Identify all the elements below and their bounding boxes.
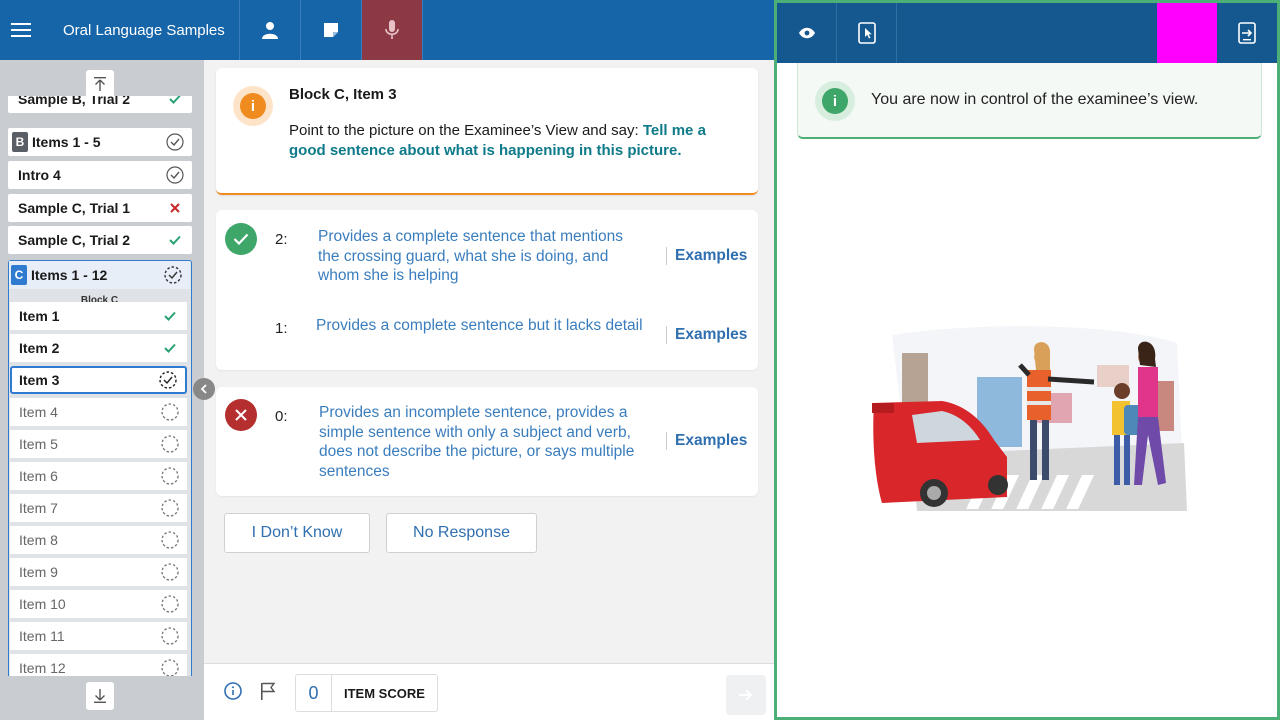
pending-circle-icon [153,531,187,549]
pending-circle-icon [153,499,187,517]
info-circle-icon [224,682,242,700]
examinee-info-button[interactable] [240,0,301,60]
x-circle-icon[interactable] [225,399,257,431]
eye-icon [798,27,815,39]
block-item-label: Item 2 [19,340,60,356]
score-0-description[interactable]: Provides an incomplete sentence, provide… [319,403,654,481]
pending-circle-icon [153,435,187,453]
block-item-label: Item 4 [19,404,58,420]
block-item-label: Item 7 [19,500,58,516]
preview-button[interactable] [777,3,837,63]
control-examinee-button[interactable] [837,3,897,63]
block-item-row[interactable]: Item 7 [10,494,187,522]
block-item-label: Item 1 [19,308,60,324]
block-item-label: Item 12 [19,660,66,676]
check-icon [153,311,187,321]
block-item-row[interactable]: Item 10 [10,590,187,618]
instruction-text: Point to the picture on the Examinee’s V… [289,122,643,139]
menu-button[interactable] [0,0,42,60]
highlight-marker [1157,3,1217,63]
pending-circle-icon [153,659,187,676]
block-item-row[interactable]: Item 3 [10,366,187,394]
note-icon [324,23,338,37]
block-item-label: Item 6 [19,468,58,484]
block-item-row[interactable]: Item 1 [10,302,187,330]
block-item-row[interactable]: Item 12 [10,654,187,676]
item-title: Block C, Item 3 [289,86,397,103]
tablet-pointer-icon [857,22,876,44]
flag-icon [261,682,276,700]
block-item-label: Item 9 [19,564,58,580]
item-score-value: 0 [296,675,332,711]
block-item-row[interactable]: Item 2 [10,334,187,362]
prompt-card: i Block C, Item 3 Point to the picture o… [216,68,758,195]
block-item-row[interactable]: Item 4 [10,398,187,426]
next-item-button[interactable] [726,675,766,715]
scroll-to-bottom-button[interactable] [86,682,114,710]
dont-know-button[interactable]: I Don’t Know [224,513,370,553]
microphone-icon [385,20,399,39]
item-footer: 0 ITEM SCORE [204,663,774,720]
block-item-row[interactable]: Item 5 [10,430,187,458]
in-progress-icon [151,371,185,389]
pending-circle-icon [153,563,187,581]
block-item-row[interactable]: Item 6 [10,462,187,490]
no-response-button[interactable]: No Response [386,513,537,553]
block-item-row[interactable]: Item 8 [10,526,187,554]
score-options-card: 2: Provides a complete sentence that men… [216,210,758,370]
score-0-examples-link[interactable]: Examples [666,432,747,450]
block-item-label: Item 5 [19,436,58,452]
check-icon [153,343,187,353]
stimulus-picture [872,326,1187,511]
chevron-left-icon [200,384,207,394]
pending-circle-icon [153,403,187,421]
block-item-label: Item 3 [19,372,60,388]
score-1-examples-link[interactable]: Examples [666,326,747,344]
pending-circle-icon [153,595,187,613]
top-bar: Oral Language Samples [0,0,776,60]
block-item-row[interactable]: Item 11 [10,622,187,650]
collapse-sidebar-button[interactable] [193,378,215,400]
info-icon: i [233,86,273,126]
block-item-label: Item 11 [19,628,65,644]
pending-circle-icon [153,627,187,645]
control-notice: i You are now in control of the examinee… [797,63,1262,139]
score-2-label: 2: [275,231,288,248]
exit-screen-icon [1238,22,1256,44]
item-panel: i Block C, Item 3 Point to the picture o… [204,60,774,720]
menu-icon [11,23,31,37]
item-score-box: 0 ITEM SCORE [295,674,438,712]
block-item-label: Item 10 [19,596,66,612]
score-2-description[interactable]: Provides a complete sentence that mentio… [318,227,648,286]
info-icon: i [815,81,855,121]
score-zero-card: 0: Provides an incomplete sentence, prov… [216,387,758,496]
arrow-right-icon [739,689,753,701]
audio-record-button[interactable] [362,0,423,60]
score-0-label: 0: [275,408,288,425]
arrow-down-icon [94,689,106,703]
pending-circle-icon [153,467,187,485]
app-title: Oral Language Samples [42,0,240,60]
item-score-label: ITEM SCORE [344,685,425,701]
score-1-description[interactable]: Provides a complete sentence but it lack… [316,316,656,336]
exit-examinee-view-button[interactable] [1217,3,1277,63]
block-item-row[interactable]: Item 9 [10,558,187,586]
examinee-toolbar [777,3,1277,63]
score-1-label: 1: [275,320,288,337]
control-notice-text: You are now in control of the examinee’s… [871,91,1199,108]
info-button[interactable] [224,682,242,705]
notes-button[interactable] [301,0,362,60]
prompt-instruction: Point to the picture on the Examinee’s V… [289,121,739,160]
score-2-examples-link[interactable]: Examples [666,247,747,265]
block-item-label: Item 8 [19,532,58,548]
check-circle-icon[interactable] [225,223,257,255]
block-c-items: Item 1 Item 2 Item 3 Item 4 Item 5 Item 6 Item… [0,60,204,676]
examinee-view-panel: i You are now in control of the examinee… [774,0,1280,720]
item-navigation-sidebar: Sample B, Trial 2 B Items 1 - 5 Intro 4 … [0,60,204,720]
flag-button[interactable] [260,682,276,705]
person-icon [262,22,278,39]
